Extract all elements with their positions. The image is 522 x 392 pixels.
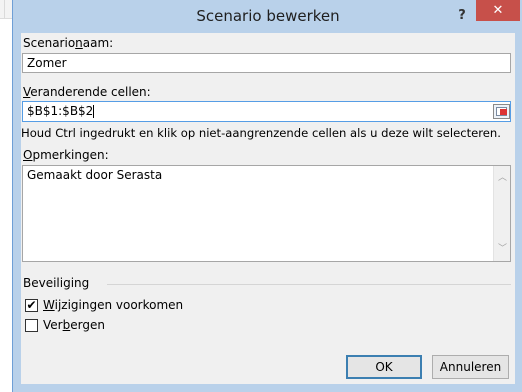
label-accesskey: n (75, 36, 83, 50)
hide-checkbox[interactable] (25, 319, 38, 332)
text-cursor (93, 105, 95, 118)
changing-cells-label: Veranderende cellen: (23, 85, 151, 99)
changing-cells-input[interactable]: $B$1:$B$2 (22, 101, 511, 122)
changing-cells-value: $B$1:$B$2 (27, 104, 94, 118)
scroll-up-icon[interactable]: ︿ (498, 174, 507, 183)
hide-label[interactable]: Verbergen (43, 318, 105, 332)
column-divider (4, 0, 5, 18)
dialog-body: Scenarionaam: Zomer Veranderende cellen:… (21, 33, 515, 384)
scenario-name-value: Zomer (27, 56, 67, 70)
help-button[interactable]: ? (454, 7, 470, 25)
label-text: ijzigingen voorkomen (54, 298, 184, 312)
scenario-dialog: Scenario bewerken ? ✕ Scenarionaam: Zome… (12, 0, 522, 392)
title-bar: Scenario bewerken ? ✕ (13, 0, 522, 33)
label-accesskey: W (43, 298, 55, 312)
selection-hint: Houd Ctrl ingedrukt en klik op niet-aang… (21, 126, 501, 140)
scenario-name-label: Scenarionaam: (23, 36, 113, 50)
comments-label: Opmerkingen: (23, 148, 109, 162)
range-select-marker (500, 109, 507, 115)
dialog-title: Scenario bewerken (196, 7, 340, 25)
label-text: pmerkingen: (32, 148, 109, 162)
cancel-button[interactable]: Annuleren (432, 355, 509, 379)
collapse-dialog-button[interactable] (493, 104, 510, 119)
label-text: eranderende cellen: (30, 85, 151, 99)
comments-scrollbar[interactable]: ︿ ﹀ (493, 166, 510, 261)
label-text: Ver (43, 318, 63, 332)
checkmark-icon: ✔ (26, 298, 37, 312)
ok-button[interactable]: OK (346, 355, 422, 379)
comments-textarea[interactable]: Gemaakt door Serasta ︿ ﹀ (22, 165, 511, 262)
label-text: aam: (82, 36, 114, 50)
comments-value: Gemaakt door Serasta (27, 168, 163, 182)
group-divider (107, 284, 511, 285)
close-button[interactable]: ✕ (476, 0, 520, 21)
protection-group-label: Beveiliging (23, 276, 90, 290)
scroll-down-icon[interactable]: ﹀ (498, 245, 507, 254)
scenario-name-input[interactable]: Zomer (22, 53, 511, 73)
prevent-changes-label[interactable]: Wijzigingen voorkomen (43, 298, 183, 312)
label-text: ergen (70, 318, 105, 332)
prevent-changes-checkbox[interactable]: ✔ (25, 299, 38, 312)
label-text: Scenario (23, 36, 76, 50)
